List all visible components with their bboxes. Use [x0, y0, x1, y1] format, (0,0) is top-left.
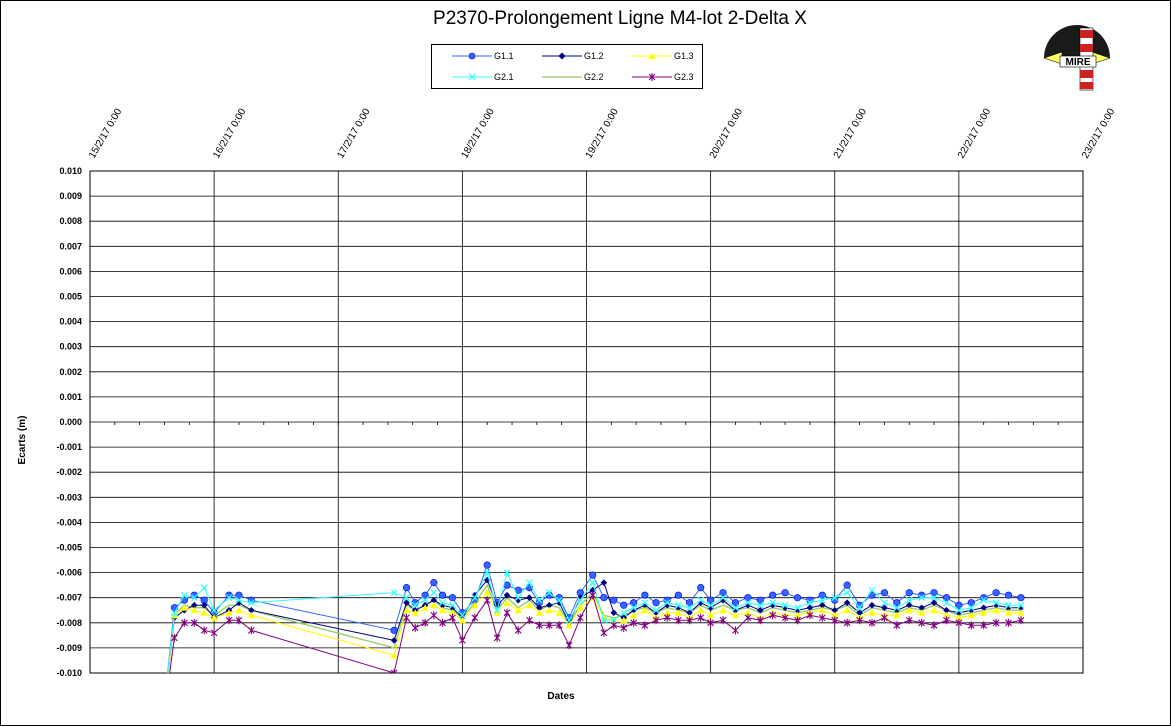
data-point — [905, 589, 913, 597]
data-point — [438, 591, 447, 599]
data-point — [610, 596, 618, 604]
chart-plot: 0.010 0.009 0.008 0.007 0.006 0.005 0.004 0.003… — [17, 106, 1118, 715]
data-point — [161, 707, 167, 715]
x-tick-label: 20/2/17 0:00 — [708, 106, 746, 160]
data-point — [843, 581, 851, 589]
y-tick-label: -0.006 — [56, 568, 82, 578]
y-tick-label: 0.004 — [59, 317, 82, 327]
x-tick-label: 23/2/17 0:00 — [1080, 106, 1118, 160]
data-point — [430, 579, 438, 587]
y-tick-label: -0.005 — [56, 543, 82, 553]
x-tick-label: 15/2/17 0:00 — [87, 106, 125, 160]
x-tick-label: 17/2/17 0:00 — [335, 106, 373, 160]
x-tick-labels: 15/2/17 0:00 16/2/17 0:00 17/2/17 0:00 18/2… — [87, 106, 1118, 160]
data-point — [483, 561, 491, 569]
y-tick-label: 0.003 — [59, 342, 82, 352]
y-tick-label: -0.008 — [56, 618, 82, 628]
data-point — [161, 700, 168, 707]
x-tick-label: 21/2/17 0:00 — [832, 106, 870, 160]
y-tick-label: -0.007 — [56, 593, 82, 603]
data-point — [402, 584, 411, 592]
y-axis-title: Ecarts (m) — [17, 416, 28, 465]
y-tick-label: -0.003 — [56, 492, 82, 502]
data-point — [589, 571, 597, 579]
y-tick-label: 0.008 — [59, 216, 82, 226]
y-tick-label: -0.002 — [56, 467, 82, 477]
data-point — [448, 594, 457, 602]
data-point — [161, 702, 168, 709]
data-point — [1004, 591, 1013, 599]
y-tick-label: -0.009 — [56, 643, 82, 653]
y-tick-label: 0.007 — [59, 241, 82, 251]
y-tick-label: 0.006 — [59, 266, 82, 276]
data-point — [161, 700, 167, 706]
y-tick-label: 0.010 — [59, 166, 82, 176]
x-tick-label: 16/2/17 0:00 — [211, 106, 249, 160]
y-tick-label: 0.005 — [59, 292, 82, 302]
y-tick-label: -0.001 — [56, 442, 82, 452]
data-point — [652, 599, 660, 607]
data-point — [697, 584, 705, 592]
y-tick-label: 0.002 — [59, 367, 82, 377]
data-point — [1017, 594, 1025, 602]
y-tick-label: -0.004 — [56, 517, 82, 527]
data-point — [620, 601, 628, 609]
data-point — [641, 591, 649, 599]
y-tick-labels: 0.010 0.009 0.008 0.007 0.006 0.005 0.004 0.003… — [56, 166, 82, 678]
y-tick-label: -0.010 — [56, 668, 82, 678]
data-point — [880, 589, 889, 597]
y-tick-label: 0.000 — [59, 417, 82, 427]
data-point — [769, 591, 777, 599]
x-tick-label: 18/2/17 0:00 — [459, 106, 497, 160]
data-point — [674, 591, 682, 599]
data-point — [161, 705, 168, 712]
data-point — [600, 594, 608, 602]
data-point — [793, 594, 802, 602]
data-point — [781, 589, 789, 597]
x-axis-title: Dates — [547, 691, 575, 702]
x-tick-label: 22/2/17 0:00 — [956, 106, 994, 160]
data-point — [992, 589, 1000, 597]
y-tick-label: 0.009 — [59, 191, 82, 201]
y-tick-label: 0.001 — [59, 392, 82, 402]
x-tick-label: 19/2/17 0:00 — [584, 106, 622, 160]
